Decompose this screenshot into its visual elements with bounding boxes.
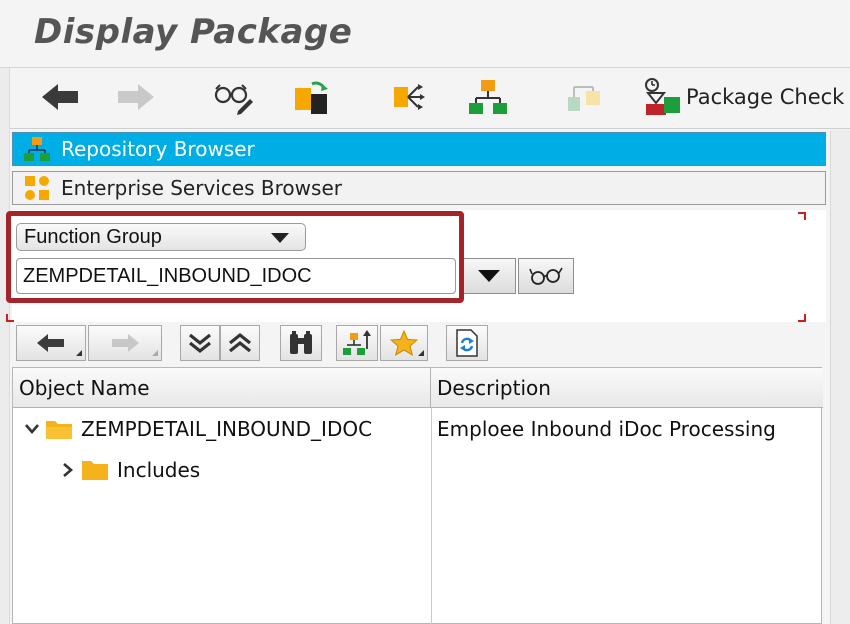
object-name-history-button[interactable] [462, 258, 516, 294]
tree-row-name: ZEMPDETAIL_INBOUND_IDOC [81, 417, 373, 441]
object-list-button[interactable] [466, 77, 510, 117]
arrow-left-icon [37, 334, 64, 352]
where-used-icon [394, 84, 425, 110]
tree-forward-button[interactable] [88, 325, 162, 361]
enterprise-services-icon [23, 174, 51, 202]
find-button[interactable] [280, 325, 322, 361]
glasses-icon [529, 267, 563, 285]
right-splitter[interactable] [830, 130, 850, 624]
enterprise-services-browser-label: Enterprise Services Browser [61, 176, 342, 200]
highlight-annotation-box [6, 211, 464, 303]
chevron-down-icon [478, 270, 500, 282]
small-dropdown-icon [418, 350, 424, 356]
chevron-right-icon[interactable] [59, 461, 77, 479]
application-toolbar: Package Check [10, 69, 850, 129]
tree-row-name: Includes [117, 458, 201, 482]
panel-corner-top-right [798, 212, 806, 220]
column-header-object-name[interactable]: Object Name [13, 368, 431, 408]
expand-all-button[interactable] [180, 325, 220, 361]
repository-browser-label: Repository Browser [61, 137, 255, 161]
arrow-left-icon [42, 84, 78, 110]
title-bar: Display Package [0, 0, 850, 68]
repository-browser-bar[interactable]: Repository Browser [12, 132, 826, 166]
binoculars-icon [290, 331, 312, 354]
small-dropdown-icon [76, 350, 82, 356]
package-check-label: Package Check [686, 85, 845, 109]
package-check-button[interactable]: Package Check [642, 77, 850, 117]
double-chevron-down-icon [189, 333, 211, 354]
arrow-right-icon [112, 334, 139, 352]
panel-corner-bottom-left [6, 314, 14, 322]
package-check-icon [645, 78, 680, 115]
display-object-button[interactable] [518, 258, 574, 294]
double-chevron-up-icon [229, 332, 251, 353]
tree-toolbar [12, 322, 826, 366]
tree-back-button[interactable] [16, 325, 86, 361]
back-button[interactable] [38, 77, 82, 117]
tree-row[interactable]: Includes [59, 453, 200, 487]
hierarchy-up-button[interactable] [336, 325, 378, 361]
tree-row-description: Emploee Inbound iDoc Processing [437, 417, 776, 441]
column-divider [431, 408, 432, 624]
left-border-strip [0, 0, 10, 624]
page-title: Display Package [34, 12, 353, 52]
object-tree: Object Name Description ZEMPDETAIL_INBOU… [12, 367, 823, 624]
favorites-button[interactable] [380, 325, 428, 361]
hierarchy-disabled-icon [568, 86, 600, 111]
arrow-right-icon [118, 84, 154, 110]
hierarchy-icon [23, 135, 51, 163]
where-used-button[interactable] [388, 77, 432, 117]
forward-button[interactable] [114, 77, 158, 117]
hierarchy-icon [469, 80, 507, 114]
refresh-icon [456, 329, 478, 357]
enterprise-services-browser-bar[interactable]: Enterprise Services Browser [12, 171, 826, 205]
display-object-list-button[interactable] [562, 77, 606, 117]
column-header-description[interactable]: Description [431, 368, 823, 408]
folder-icon [82, 461, 108, 480]
glasses-pencil-icon [214, 84, 253, 115]
tree-row[interactable]: ZEMPDETAIL_INBOUND_IDOC [23, 412, 372, 446]
panel-corner-bottom-right [798, 314, 806, 322]
other-object-button[interactable] [290, 77, 334, 117]
small-dropdown-icon [152, 350, 158, 356]
refresh-button[interactable] [446, 325, 488, 361]
display-change-button[interactable] [210, 77, 256, 117]
chevron-down-icon[interactable] [23, 420, 41, 438]
collapse-all-button[interactable] [220, 325, 260, 361]
object-swap-icon [295, 81, 328, 114]
folder-open-icon [46, 421, 72, 439]
hierarchy-up-icon [343, 330, 371, 355]
star-icon [390, 330, 418, 356]
